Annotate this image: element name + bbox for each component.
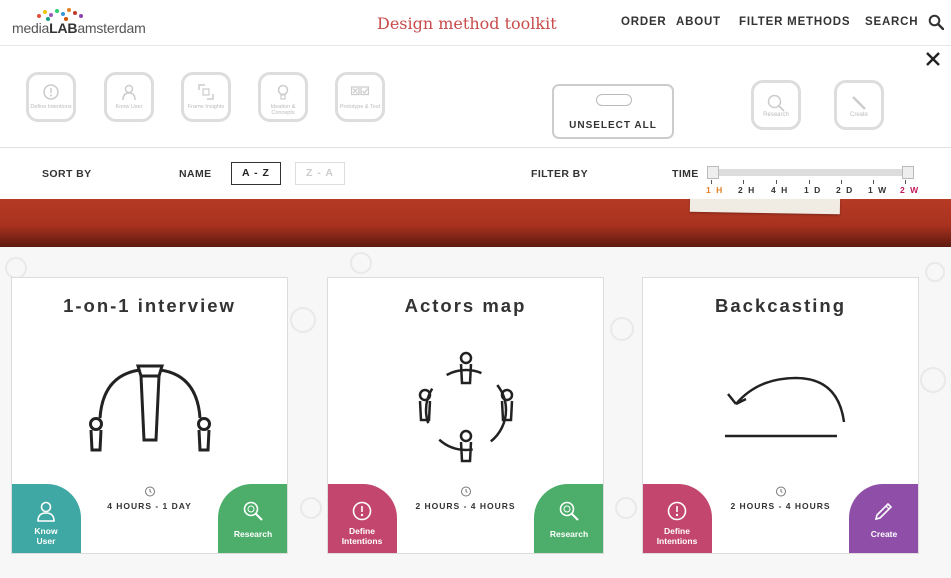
time-label: TIME: [672, 168, 699, 180]
pencil-icon: [852, 96, 866, 110]
nav-about[interactable]: ABOUT: [676, 16, 721, 28]
magnifier-icon: [559, 501, 579, 521]
nav-filter-methods[interactable]: FILTER METHODS: [739, 16, 850, 28]
category-prototype-test[interactable]: Prototype & Test: [335, 72, 385, 122]
badge-define-intentions[interactable]: Define Intentions: [643, 484, 712, 553]
nav-search[interactable]: SEARCH: [865, 16, 918, 28]
page: mediaLABamsterdam Design method toolkit …: [0, 0, 951, 578]
clock-icon: [460, 486, 471, 497]
category-label: Prototype & Test: [339, 104, 381, 110]
pencil-icon: [874, 502, 893, 521]
time-slider-min-handle[interactable]: [707, 166, 719, 179]
filter-panel: Define Intentions Know User Frame Insigh…: [0, 46, 951, 148]
bulb-icon: [277, 84, 289, 100]
sort-filter-row: SORT BY NAME A - Z Z - A FILTER BY TIME …: [0, 148, 951, 199]
card-title: Actors map: [404, 295, 527, 316]
category-label: Create: [849, 112, 868, 118]
badge-label-line2: Intentions: [656, 536, 698, 546]
badge-label: Research: [233, 529, 273, 539]
badge-research[interactable]: Research: [218, 484, 287, 553]
method-card-1-on-1-interview[interactable]: 1-on-1 interview 4 HOURS - 1 DAY Know Us…: [11, 277, 288, 554]
compass-icon: [667, 501, 687, 521]
site-title: Design method toolkit: [377, 14, 557, 33]
badge-define-intentions[interactable]: Define Intentions: [328, 484, 397, 553]
badge-label-line1: Know: [34, 526, 58, 536]
name-label: NAME: [179, 168, 212, 180]
toggle-pill-icon: [596, 94, 632, 106]
badge-label: Create: [870, 529, 898, 539]
time-tick: 1 D: [804, 180, 822, 195]
sort-by-label: SORT BY: [42, 168, 92, 180]
clock-icon: [775, 486, 786, 497]
badge-label-line2: User: [36, 536, 56, 546]
category-know-user[interactable]: Know User: [104, 72, 154, 122]
medialab-logo[interactable]: mediaLABamsterdam: [12, 8, 147, 38]
prototype-icon: [351, 86, 369, 96]
clock-icon: [144, 486, 155, 497]
close-icon[interactable]: [924, 50, 942, 68]
unselect-all-button[interactable]: UNSELECT ALL: [552, 84, 674, 139]
category-define-intentions[interactable]: Define Intentions: [26, 72, 76, 122]
method-card-backcasting[interactable]: Backcasting 2 HOURS - 4 HOURS Define Int…: [642, 277, 919, 554]
frame-icon: [198, 84, 214, 100]
category-label: Frame Insights: [187, 104, 225, 110]
category-ideation-concepts[interactable]: Ideation & Concepts: [258, 72, 308, 122]
category-create[interactable]: Create: [834, 80, 884, 130]
badge-create[interactable]: Create: [849, 484, 918, 553]
actors-map-icon: [418, 351, 513, 463]
top-header: mediaLABamsterdam Design method toolkit …: [0, 0, 951, 46]
banner-paper-decoration: [689, 199, 841, 215]
method-card-actors-map[interactable]: Actors map 2 HOURS - 4 HOURS Define Inte…: [327, 277, 604, 554]
time-tick: 2 D: [836, 180, 854, 195]
category-label: Research: [763, 112, 789, 118]
magnifier-icon: [243, 501, 263, 521]
badge-label-line1: Define: [349, 526, 375, 536]
badge-label-line2: Intentions: [341, 536, 383, 546]
unselect-all-label: UNSELECT ALL: [569, 120, 657, 131]
compass-icon: [43, 84, 59, 100]
badge-label-line1: Define: [664, 526, 690, 536]
filter-by-label: FILTER BY: [531, 168, 589, 180]
badge-know-user[interactable]: Know User: [12, 484, 81, 553]
sort-a-z-button[interactable]: A - Z: [231, 162, 281, 185]
logo-text: mediaLABamsterdam: [12, 20, 146, 36]
time-tick: 4 H: [771, 180, 789, 195]
category-label: Define Intentions: [30, 104, 72, 110]
badge-label: Research: [549, 529, 589, 539]
user-icon: [37, 501, 55, 522]
magnifier-icon: [767, 94, 785, 112]
hero-banner: [0, 199, 951, 247]
compass-icon: [352, 501, 372, 521]
search-icon[interactable]: [928, 14, 944, 30]
category-frame-insights[interactable]: Frame Insights: [181, 72, 231, 122]
time-tick: 1 W: [868, 180, 888, 195]
category-research[interactable]: Research: [751, 80, 801, 130]
time-slider-max-handle[interactable]: [902, 166, 914, 179]
category-label: Know User: [115, 104, 143, 110]
time-range-slider[interactable]: [708, 169, 910, 176]
time-tick: 2 H: [738, 180, 756, 195]
sort-z-a-button[interactable]: Z - A: [295, 162, 345, 185]
category-label: Ideation & Concepts: [270, 104, 296, 116]
card-title: 1-on-1 interview: [63, 295, 236, 316]
card-title: Backcasting: [715, 295, 846, 316]
time-tick: 2 W: [900, 180, 920, 195]
backcasting-icon: [724, 376, 845, 438]
user-icon: [122, 84, 136, 101]
interview-icon: [88, 364, 211, 452]
time-tick: 1 H: [706, 180, 724, 195]
badge-research[interactable]: Research: [534, 484, 603, 553]
nav-order[interactable]: ORDER: [621, 16, 667, 28]
